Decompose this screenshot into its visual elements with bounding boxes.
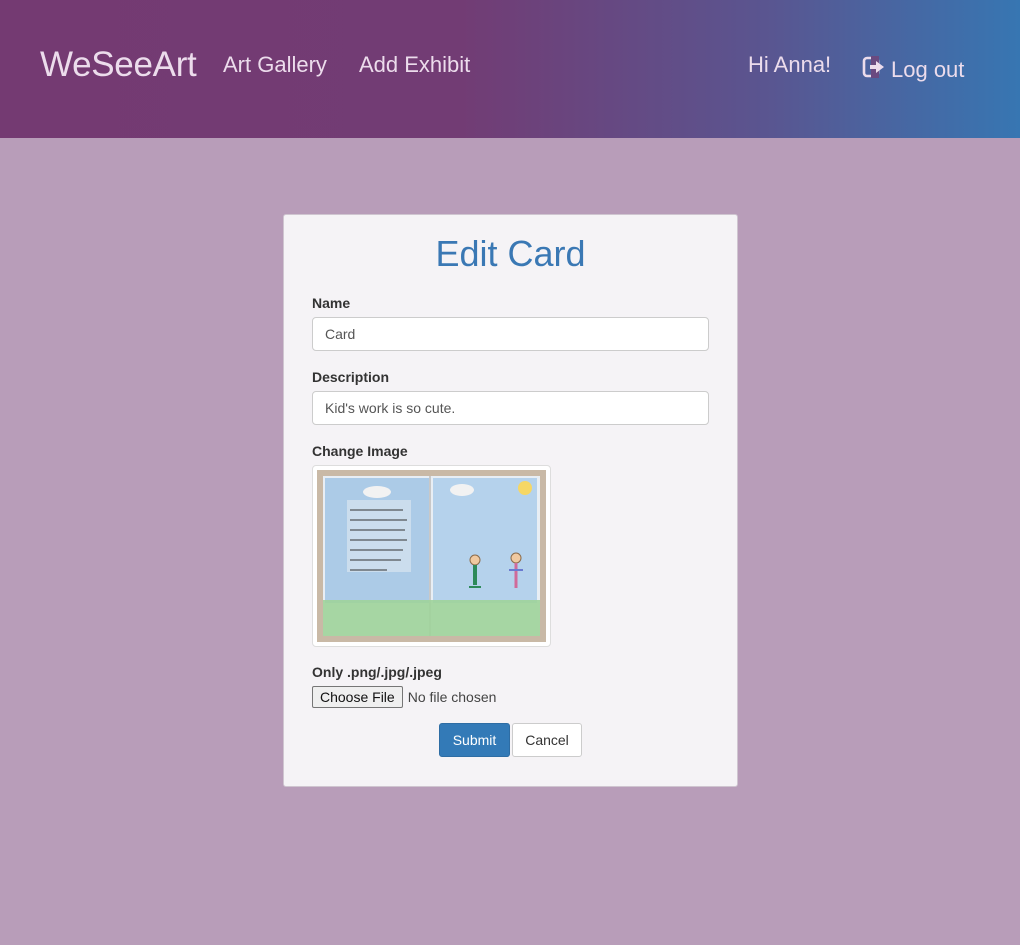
logout-label: Log out (891, 57, 965, 82)
file-status: No file chosen (407, 689, 497, 705)
nav-art-gallery[interactable]: Art Gallery (223, 52, 327, 78)
description-input[interactable] (312, 391, 709, 425)
change-image-label: Change Image (312, 443, 408, 459)
form-title: Edit Card (435, 233, 586, 274)
edit-card-panel: Edit Card Name Description Change Image (283, 214, 738, 787)
nav-add-exhibit[interactable]: Add Exhibit (359, 52, 470, 78)
choose-file-button[interactable]: Choose File (312, 686, 403, 708)
name-label: Name (312, 295, 351, 311)
brand-logo[interactable]: WeSeeArt (40, 45, 197, 85)
logout-link[interactable]: Log out (862, 56, 964, 84)
file-input[interactable]: Choose File No file chosen (312, 686, 496, 708)
card-drawing-image (317, 470, 546, 642)
log-out-icon (862, 56, 886, 84)
description-label: Description (312, 369, 390, 385)
submit-button[interactable]: Submit (439, 723, 510, 757)
current-image-thumbnail (312, 465, 551, 647)
top-navbar: WeSeeArt Art Gallery Add Exhibit Hi Anna… (0, 0, 1020, 138)
user-greeting: Hi Anna! (748, 52, 832, 77)
file-type-hint: Only .png/.jpg/.jpeg (312, 664, 442, 680)
cancel-button[interactable]: Cancel (512, 723, 582, 757)
name-input[interactable] (312, 317, 709, 351)
